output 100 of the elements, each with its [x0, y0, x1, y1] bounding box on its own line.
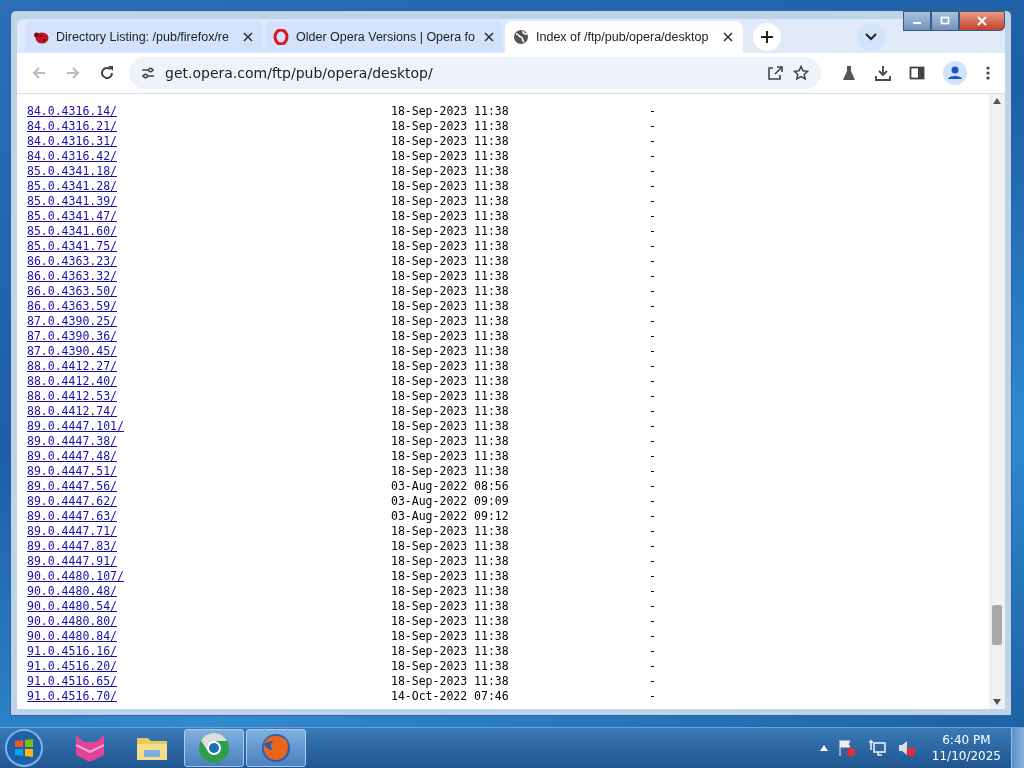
flag-warning-icon[interactable] — [837, 739, 856, 757]
directory-link[interactable]: 84.0.4316.31/ — [27, 134, 391, 149]
modified-date: 18-Sep-2023 11:38 — [391, 599, 510, 614]
directory-link[interactable]: 85.0.4341.39/ — [27, 194, 391, 209]
bookmark-star-icon[interactable] — [793, 65, 809, 81]
directory-link[interactable]: 89.0.4447.91/ — [27, 554, 391, 569]
directory-link[interactable]: 90.0.4480.84/ — [27, 629, 391, 644]
directory-link[interactable]: 89.0.4447.38/ — [27, 434, 391, 449]
file-size: - — [649, 404, 656, 419]
network-icon[interactable] — [867, 739, 886, 757]
scrollbar[interactable] — [989, 94, 1005, 709]
close-tab-icon[interactable] — [721, 30, 735, 44]
browser-tab[interactable]: Older Opera Versions | Opera fo — [265, 21, 503, 53]
directory-link[interactable]: 91.0.4516.70/ — [27, 689, 391, 704]
file-size: - — [649, 134, 656, 149]
profile-avatar-icon[interactable] — [943, 61, 967, 85]
directory-link[interactable]: 87.0.4390.36/ — [27, 329, 391, 344]
cat-app-icon — [73, 733, 107, 763]
directory-link[interactable]: 91.0.4516.16/ — [27, 644, 391, 659]
file-size: - — [649, 554, 656, 569]
directory-link[interactable]: 89.0.4447.51/ — [27, 464, 391, 479]
directory-link[interactable]: 90.0.4480.48/ — [27, 584, 391, 599]
share-icon[interactable] — [767, 65, 783, 81]
chrome-icon — [198, 732, 230, 764]
directory-link[interactable]: 84.0.4316.14/ — [27, 104, 391, 119]
scroll-up-icon[interactable] — [993, 98, 1001, 104]
flask-icon[interactable] — [841, 65, 857, 81]
scrollbar-thumb[interactable] — [992, 605, 1002, 645]
file-size: - — [649, 164, 656, 179]
close-tab-icon[interactable] — [241, 30, 255, 44]
modified-date: 18-Sep-2023 11:38 — [391, 194, 510, 209]
modified-date: 18-Sep-2023 11:38 — [391, 119, 510, 134]
file-size: - — [649, 359, 656, 374]
directory-link[interactable]: 91.0.4516.20/ — [27, 659, 391, 674]
taskbar-app-button[interactable] — [246, 729, 306, 767]
directory-link[interactable]: 89.0.4447.56/ — [27, 479, 391, 494]
speaker-muted-icon[interactable] — [897, 739, 916, 757]
directory-link[interactable]: 89.0.4447.71/ — [27, 524, 391, 539]
maximize-icon — [939, 16, 951, 26]
taskbar-app-button[interactable] — [184, 729, 244, 767]
browser-tab[interactable]: Directory Listing: /pub/firefox/re — [25, 21, 263, 53]
menu-icon[interactable] — [985, 65, 991, 81]
directory-link[interactable]: 90.0.4480.107/ — [27, 569, 391, 584]
directory-link[interactable]: 85.0.4341.75/ — [27, 239, 391, 254]
modified-date: 18-Sep-2023 11:38 — [391, 674, 510, 689]
directory-link[interactable]: 86.0.4363.59/ — [27, 299, 391, 314]
side-panel-icon[interactable] — [909, 65, 925, 81]
directory-link[interactable]: 85.0.4341.18/ — [27, 164, 391, 179]
directory-link[interactable]: 86.0.4363.50/ — [27, 284, 391, 299]
directory-link[interactable]: 91.0.4516.65/ — [27, 674, 391, 689]
file-size: - — [649, 269, 656, 284]
directory-link[interactable]: 86.0.4363.23/ — [27, 254, 391, 269]
new-tab-button[interactable] — [753, 23, 781, 51]
directory-link[interactable]: 90.0.4480.54/ — [27, 599, 391, 614]
close-tab-icon[interactable] — [482, 30, 497, 44]
show-hidden-icons-button[interactable] — [817, 745, 830, 751]
directory-link[interactable]: 88.0.4412.74/ — [27, 404, 391, 419]
modified-date: 18-Sep-2023 11:38 — [391, 539, 510, 554]
directory-link[interactable]: 84.0.4316.21/ — [27, 119, 391, 134]
directory-link[interactable]: 88.0.4412.53/ — [27, 389, 391, 404]
close-button[interactable] — [959, 11, 1005, 31]
plus-icon — [760, 30, 774, 44]
directory-link[interactable]: 89.0.4447.83/ — [27, 539, 391, 554]
browser-tab[interactable]: Index of /ftp/pub/opera/desktop — [505, 21, 743, 53]
directory-link[interactable]: 85.0.4341.28/ — [27, 179, 391, 194]
start-button[interactable] — [4, 728, 44, 768]
modified-date: 18-Sep-2023 11:38 — [391, 464, 510, 479]
address-bar[interactable]: get.opera.com/ftp/pub/opera/desktop/ — [129, 57, 821, 89]
directory-link[interactable]: 87.0.4390.45/ — [27, 344, 391, 359]
file-size: - — [649, 644, 656, 659]
directory-link[interactable]: 85.0.4341.60/ — [27, 224, 391, 239]
directory-link[interactable]: 85.0.4341.47/ — [27, 209, 391, 224]
directory-link[interactable]: 89.0.4447.62/ — [27, 494, 391, 509]
scroll-down-icon[interactable] — [993, 699, 1001, 705]
file-size: - — [649, 434, 656, 449]
directory-link[interactable]: 89.0.4447.63/ — [27, 509, 391, 524]
modified-date: 03-Aug-2022 09:12 — [391, 509, 510, 524]
maximize-button[interactable] — [931, 11, 959, 31]
minimize-button[interactable] — [903, 11, 931, 31]
modified-date: 18-Sep-2023 11:38 — [391, 554, 510, 569]
directory-link[interactable]: 88.0.4412.40/ — [27, 374, 391, 389]
modified-date: 18-Sep-2023 11:38 — [391, 524, 510, 539]
directory-link[interactable]: 87.0.4390.25/ — [27, 314, 391, 329]
modified-date: 18-Sep-2023 11:38 — [391, 449, 510, 464]
directory-link[interactable]: 88.0.4412.27/ — [27, 359, 391, 374]
file-size: - — [649, 194, 656, 209]
directory-link[interactable]: 89.0.4447.101/ — [27, 419, 391, 434]
close-icon — [976, 16, 988, 26]
download-icon[interactable] — [875, 65, 891, 81]
reload-icon[interactable] — [99, 65, 115, 81]
modified-date: 18-Sep-2023 11:38 — [391, 569, 510, 584]
tab-search-button[interactable] — [857, 23, 885, 51]
directory-link[interactable]: 89.0.4447.48/ — [27, 449, 391, 464]
directory-link[interactable]: 86.0.4363.32/ — [27, 269, 391, 284]
directory-link[interactable]: 84.0.4316.42/ — [27, 149, 391, 164]
site-settings-icon[interactable] — [141, 67, 155, 79]
directory-link[interactable]: 90.0.4480.80/ — [27, 614, 391, 629]
file-size: - — [649, 299, 656, 314]
clock[interactable]: 6:40 PM 11/10/2025 — [931, 732, 1001, 764]
modified-date: 18-Sep-2023 11:38 — [391, 389, 510, 404]
